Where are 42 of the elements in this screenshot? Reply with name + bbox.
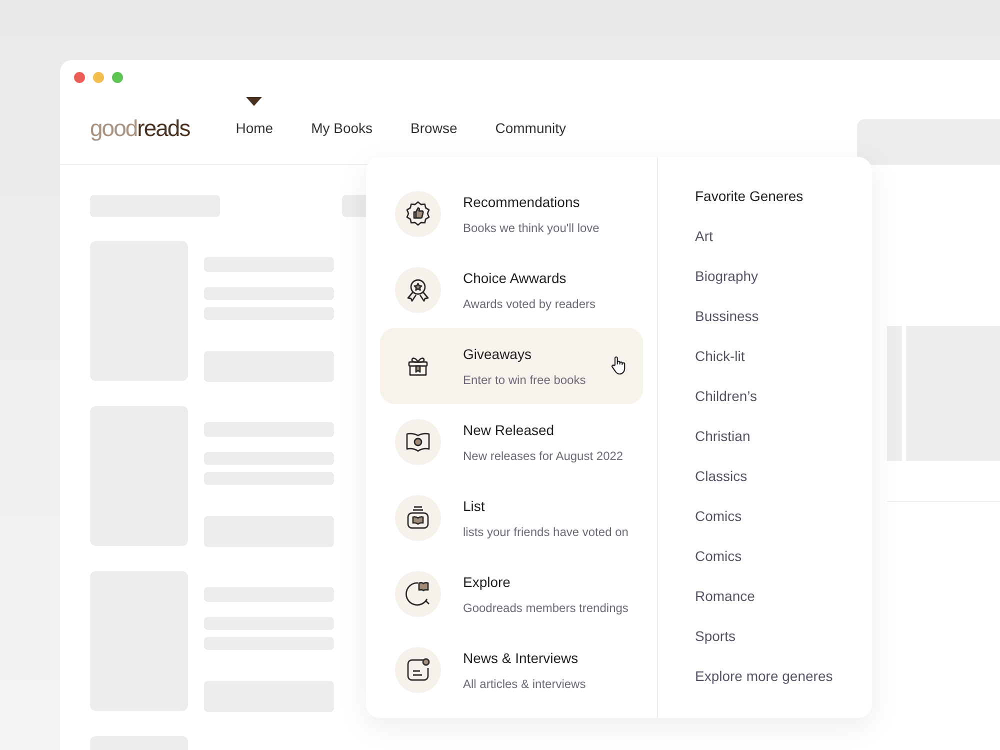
menu-item-title: Recommendations [463, 192, 581, 212]
genre-link[interactable]: Comics [695, 547, 833, 566]
genre-link[interactable]: Chick-lit [695, 347, 833, 366]
menu-item-subtitle: Books we think you'll love [463, 220, 600, 236]
menu-item-subtitle: Awards voted by readers [463, 296, 596, 312]
logo[interactable]: goodreads [90, 117, 190, 140]
genre-link[interactable]: Art [695, 227, 833, 246]
genre-link[interactable]: Comics [695, 507, 833, 526]
menu-item[interactable]: Giveaways Enter to win free books [380, 328, 643, 404]
menu-item[interactable]: Choice Awwards Awards voted by readers [380, 252, 643, 328]
genre-link[interactable]: Christian [695, 427, 833, 446]
genres-heading: Favorite Generes [695, 187, 804, 206]
menu-item[interactable]: Explore Goodreads members trendings [380, 556, 643, 632]
menu-item[interactable]: List lists your friends have voted on [380, 480, 643, 556]
thumbs-up-badge-icon [404, 200, 432, 228]
menu-item-title: Giveaways [463, 344, 532, 364]
menu-item[interactable]: New Released New releases for August 2022 [380, 404, 643, 480]
genre-link[interactable]: Bussiness [695, 307, 833, 326]
genre-link[interactable]: Explore more generes [695, 667, 833, 686]
menu-item-subtitle: lists your friends have voted on [463, 524, 628, 540]
menu-item-subtitle: Enter to win free books [463, 372, 586, 388]
genre-link[interactable]: Sports [695, 627, 833, 646]
menu-item-subtitle: All articles & interviews [463, 676, 586, 692]
menu-item-title: New Released [463, 420, 556, 440]
genre-link[interactable]: Romance [695, 587, 833, 606]
genre-link[interactable]: Classics [695, 467, 833, 486]
hand-cursor-icon [611, 356, 627, 375]
menu-item[interactable]: News & Interviews All articles & interviews [380, 632, 643, 708]
nav-link[interactable]: Browse [410, 118, 458, 139]
placeholder-block [342, 195, 367, 217]
menu-item-subtitle: Goodreads members trendings [463, 600, 628, 616]
menu-item[interactable]: Recommendations Books we think you'll love [380, 176, 643, 252]
nav-link[interactable]: Home [236, 118, 274, 139]
menu-item-title: List [463, 496, 486, 516]
menu-item-subtitle: New releases for August 2022 [463, 448, 624, 464]
nav-link[interactable]: My Books [311, 118, 373, 139]
nav-link[interactable]: Community [495, 118, 566, 139]
genre-link[interactable]: Biography [695, 267, 833, 286]
genre-link[interactable]: Children’s [695, 387, 833, 406]
menu-item-title: Choice Awwards [463, 268, 568, 288]
menu-item-title: Explore [463, 572, 512, 592]
menu-item-title: News & Interviews [463, 648, 580, 668]
